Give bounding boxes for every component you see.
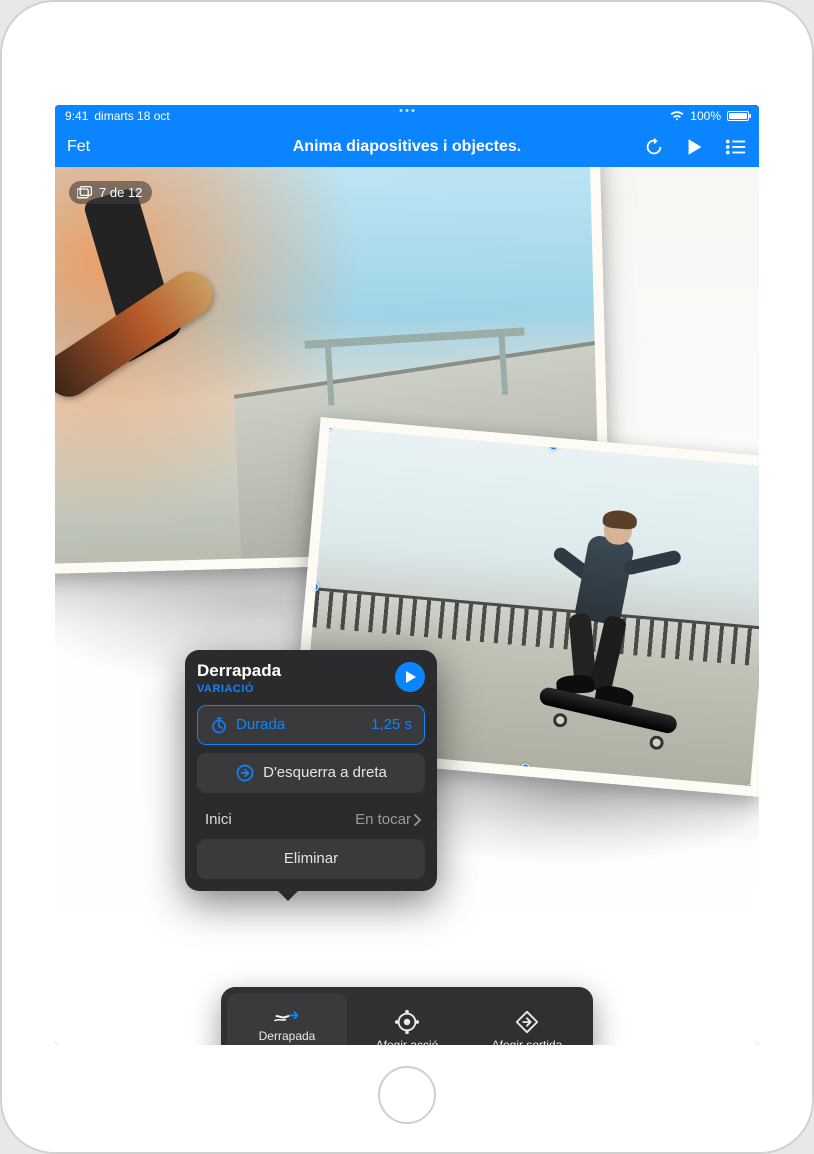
add-action-button[interactable]: Afegir acció <box>347 993 467 1045</box>
status-bar: 9:41 dimarts 18 oct 100% <box>55 105 759 127</box>
ipad-frame: 9:41 dimarts 18 oct 100% Fet Anima diapo… <box>0 0 814 1154</box>
selection-handle[interactable] <box>549 441 559 451</box>
multitask-dots[interactable] <box>400 109 415 112</box>
toolbar: Fet Anima diapositives i objectes. <box>55 127 759 167</box>
duration-value: 1,25 s <box>371 716 412 733</box>
undo-history-icon[interactable] <box>643 136 665 158</box>
add-action-label: Afegir acció <box>376 1038 439 1046</box>
screen: 9:41 dimarts 18 oct 100% Fet Anima diapo… <box>55 105 759 1045</box>
effect-subtitle[interactable]: VARIACIÓ <box>197 683 281 695</box>
add-build-out-label: Afegir sortida <box>492 1038 563 1046</box>
start-value: En tocar <box>355 811 411 828</box>
add-build-out-button[interactable]: Afegir sortida <box>467 993 587 1045</box>
battery-pct: 100% <box>690 109 721 123</box>
arrow-right-circle-icon <box>235 763 255 783</box>
chevron-right-icon <box>413 814 421 826</box>
start-label: Inici <box>205 811 232 828</box>
build-in-label: Derrapada <box>259 1029 316 1043</box>
done-button[interactable]: Fet <box>67 138 90 156</box>
play-icon <box>405 670 417 684</box>
slide-canvas[interactable]: 7 de 12 Derrapada VARIACIÓ Durada 1,25 <box>55 167 759 1045</box>
preview-button[interactable] <box>395 662 425 692</box>
build-out-icon <box>514 1009 540 1035</box>
status-date: dimarts 18 oct <box>94 109 169 123</box>
skid-icon <box>272 1006 302 1026</box>
build-in-button[interactable]: Derrapada Entrada <box>227 993 347 1045</box>
animation-action-bar: Derrapada Entrada Afegir acció <box>221 987 593 1045</box>
direction-row[interactable]: D'esquerra a dreta <box>197 753 425 793</box>
battery-icon <box>727 111 749 121</box>
direction-label: D'esquerra a dreta <box>263 764 387 781</box>
delete-label: Eliminar <box>284 850 338 867</box>
delete-button[interactable]: Eliminar <box>197 839 425 879</box>
slide-counter-label: 7 de 12 <box>99 185 142 200</box>
selection-handle[interactable] <box>747 783 757 793</box>
build-in-sublabel: Entrada <box>269 1044 304 1046</box>
start-row[interactable]: Inici En tocar <box>197 801 425 839</box>
action-icon <box>394 1009 420 1035</box>
home-button[interactable] <box>378 1066 436 1124</box>
duration-label: Durada <box>236 716 285 733</box>
animation-popover: Derrapada VARIACIÓ Durada 1,25 s D'esque… <box>185 650 437 891</box>
selection-handle[interactable] <box>324 421 334 431</box>
slides-icon <box>77 186 93 200</box>
wifi-icon <box>670 111 684 121</box>
duration-row[interactable]: Durada 1,25 s <box>197 705 425 745</box>
status-time: 9:41 <box>65 109 88 123</box>
stopwatch-icon <box>210 716 228 734</box>
effect-title: Derrapada <box>197 662 281 681</box>
play-icon[interactable] <box>687 138 703 156</box>
slide-counter[interactable]: 7 de 12 <box>69 181 152 204</box>
selection-handle[interactable] <box>521 763 531 773</box>
build-order-icon[interactable] <box>725 138 747 156</box>
